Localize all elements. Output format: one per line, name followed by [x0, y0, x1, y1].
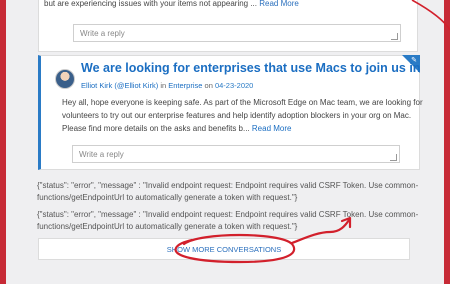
previous-post-card: but are experiencing issues with your it…: [38, 0, 418, 52]
post-body-text: Please find more details on the asks and…: [62, 124, 250, 133]
read-more-link[interactable]: Read More: [259, 0, 299, 8]
post-card: ✎ We are looking for enterprises that us…: [38, 55, 423, 170]
frame-edge-left: [0, 0, 6, 284]
show-more-conversations-button[interactable]: SHOW MORE CONVERSATIONS: [38, 238, 410, 260]
post-title[interactable]: We are looking for enterprises that use …: [81, 61, 421, 77]
post-body-line-last: Please find more details on the asks and…: [62, 124, 291, 133]
reply-placeholder: Write a reply: [80, 29, 125, 38]
post-date: 04-23-2020: [214, 81, 254, 90]
board-link[interactable]: Enterprise: [168, 81, 202, 90]
read-more-link[interactable]: Read More: [252, 124, 292, 133]
in-label: in: [160, 81, 167, 90]
reply-input[interactable]: Write a reply: [73, 24, 401, 42]
error-message-line: functions/getEndpointUrl to automaticall…: [37, 222, 298, 231]
on-label: on: [204, 81, 213, 90]
avatar[interactable]: [55, 69, 75, 89]
post-body-line: volunteers to try out our enterprise fea…: [62, 111, 412, 120]
reply-placeholder: Write a reply: [79, 150, 124, 159]
resize-grip-icon[interactable]: [391, 33, 398, 40]
error-message-line: functions/getEndpointUrl to automaticall…: [37, 193, 298, 202]
error-message-line: {"status": "error", "message" : "Invalid…: [37, 181, 419, 190]
frame-edge-right: [444, 0, 450, 284]
error-message-line: {"status": "error", "message" : "Invalid…: [37, 210, 419, 219]
post-body-line: Hey all, hope everyone is keeping safe. …: [62, 98, 423, 107]
previous-post-snippet: but are experiencing issues with your it…: [44, 0, 299, 8]
annotation-arrowhead: [340, 216, 352, 229]
snippet-text: but are experiencing issues with your it…: [44, 0, 258, 8]
post-meta: Elliot Kirk (@Elliot Kirk) in Enterprise…: [81, 81, 253, 90]
author-link[interactable]: Elliot Kirk (@Elliot Kirk): [81, 81, 158, 90]
resize-grip-icon[interactable]: [390, 154, 397, 161]
reply-input[interactable]: Write a reply: [72, 145, 400, 163]
